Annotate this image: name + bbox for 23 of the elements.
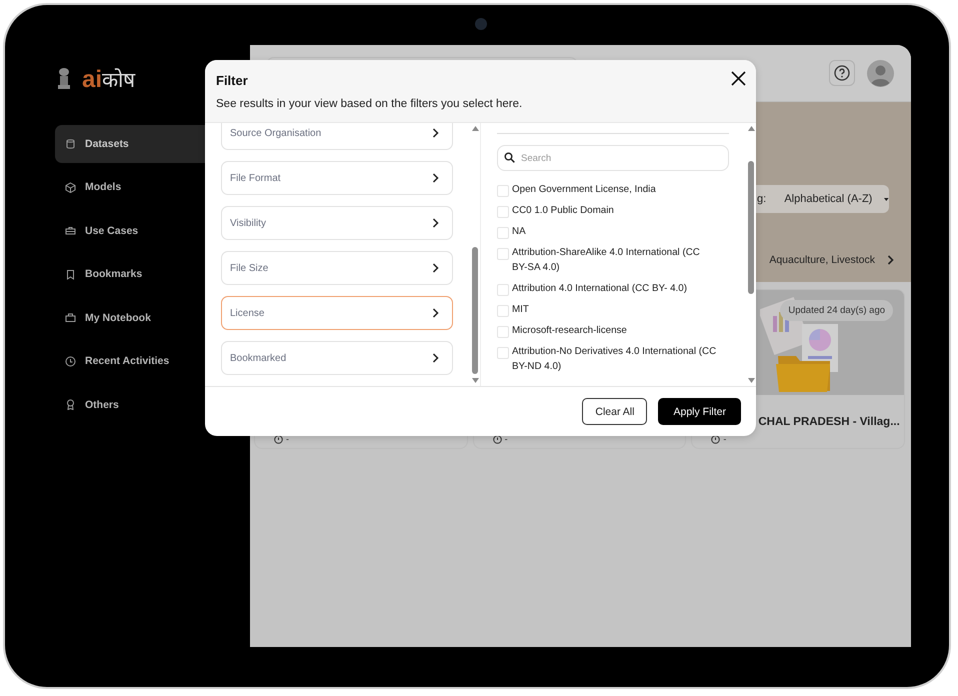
dialog-subtitle: See results in your view based on the filters you select here. (216, 98, 524, 110)
stat-value: - (723, 434, 726, 444)
filter-category[interactable]: License (221, 296, 453, 330)
option-label[interactable]: Open Government License, India (512, 182, 718, 197)
stat-value: - (286, 434, 289, 444)
updated-badge: Updated 24 day(s) ago (780, 300, 894, 321)
search-field[interactable]: Search (497, 145, 729, 171)
logo-text: aiकोष (82, 66, 136, 94)
option-label[interactable]: CC0 1.0 Public Domain (512, 203, 718, 218)
option-label[interactable]: NA (512, 224, 718, 239)
filter-category[interactable]: Visibility (221, 206, 453, 240)
stat-value: - (504, 434, 508, 444)
filter-category[interactable]: File Size (221, 251, 453, 285)
filter-category[interactable]: File Format (221, 161, 453, 195)
filter-category[interactable]: Bookmarked (221, 341, 453, 375)
category-link[interactable]: Aquaculture, Livestock (769, 254, 875, 266)
card-title: CHAL PRADESH - Villag... (758, 416, 901, 428)
dialog-title: Filter (216, 73, 248, 88)
dialog-button[interactable]: Clear All (582, 398, 648, 425)
sidebar-item[interactable]: Others (55, 386, 250, 424)
dialog-button[interactable]: Apply Filter (658, 398, 741, 425)
filter-category[interactable]: Source Organisation (221, 123, 453, 150)
option-label[interactable]: Attribution-ShareAlike 4.0 International (CC BY-SA 4.0) (512, 245, 718, 275)
